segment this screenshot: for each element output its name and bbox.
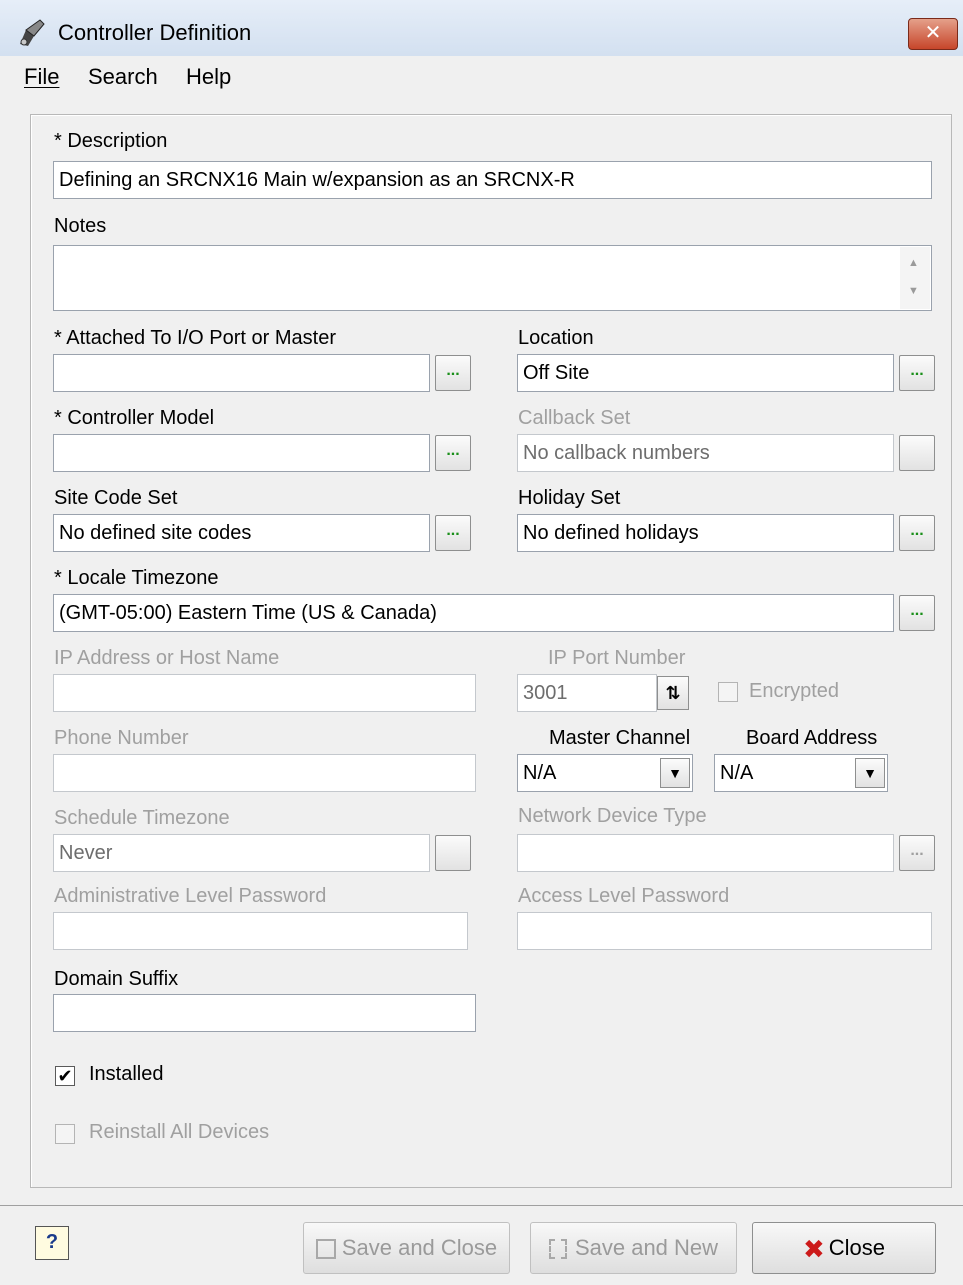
reinstall-all-devices-checkbox[interactable] <box>55 1124 75 1144</box>
callback-set-browse-button[interactable] <box>899 435 935 471</box>
controller-model-label: * Controller Model <box>54 407 215 429</box>
window-close-button[interactable]: ✕ <box>908 18 958 50</box>
menu-search[interactable]: Search <box>88 64 158 90</box>
schedule-timezone-label: Schedule Timezone <box>54 807 230 829</box>
domain-suffix-input[interactable] <box>53 994 476 1032</box>
location-label: Location <box>518 327 594 349</box>
site-code-set-browse-button[interactable]: ... <box>435 515 471 551</box>
phone-number-input[interactable] <box>53 754 476 792</box>
board-address-label: Board Address <box>746 727 878 749</box>
encrypted-checkbox[interactable] <box>718 682 738 702</box>
holiday-set-label: Holiday Set <box>518 487 621 509</box>
save-and-close-label: Save and Close <box>341 1235 498 1260</box>
ip-address-input[interactable] <box>53 674 476 712</box>
access-password-label: Access Level Password <box>518 885 730 907</box>
access-password-input[interactable] <box>517 912 932 950</box>
save-and-close-button[interactable]: Save and Close <box>303 1222 510 1274</box>
reinstall-all-devices-label: Reinstall All Devices <box>89 1121 270 1143</box>
locale-timezone-browse-button[interactable]: ... <box>899 595 935 631</box>
callback-set-input[interactable]: No callback numbers <box>517 434 894 472</box>
installed-checkbox[interactable]: ✔ <box>55 1066 75 1086</box>
save-and-new-label: Save and New <box>574 1235 719 1260</box>
admin-password-input[interactable] <box>53 912 468 950</box>
spinner-arrows-icon: ⇅ <box>665 683 681 703</box>
save-and-new-button[interactable]: Save and New <box>530 1222 737 1274</box>
network-device-type-input[interactable] <box>517 834 894 872</box>
scroll-down-icon[interactable]: ▼ <box>908 285 919 297</box>
close-icon: ✕ <box>924 22 942 44</box>
locale-timezone-label: * Locale Timezone <box>54 567 219 589</box>
ip-port-spinner[interactable]: ⇅ <box>657 676 689 710</box>
controller-model-browse-button[interactable]: ... <box>435 435 471 471</box>
window-title: Controller Definition <box>58 20 252 45</box>
master-channel-label: Master Channel <box>549 727 691 749</box>
controller-model-input[interactable] <box>53 434 430 472</box>
location-browse-button[interactable]: ... <box>899 355 935 391</box>
close-label: Close <box>828 1235 886 1260</box>
description-label: * Description <box>54 130 168 152</box>
domain-suffix-label: Domain Suffix <box>54 968 179 990</box>
ip-port-input[interactable]: 3001 <box>517 674 657 712</box>
network-device-type-browse-button[interactable]: ... <box>899 835 935 871</box>
attached-label: * Attached To I/O Port or Master <box>54 327 336 349</box>
location-input[interactable]: Off Site <box>517 354 894 392</box>
master-channel-dropdown-icon[interactable]: ▼ <box>660 758 690 788</box>
notes-textarea[interactable] <box>53 245 932 311</box>
locale-timezone-input[interactable]: (GMT-05:00) Eastern Time (US & Canada) <box>53 594 894 632</box>
site-code-set-input[interactable]: No defined site codes <box>53 514 430 552</box>
menu-file[interactable]: File <box>24 64 59 90</box>
save-new-icon <box>548 1239 567 1260</box>
close-x-icon: ✖ <box>802 1234 825 1265</box>
callback-set-label: Callback Set <box>518 407 631 429</box>
description-input[interactable]: Defining an SRCNX16 Main w/expansion as … <box>53 161 932 199</box>
site-code-set-label: Site Code Set <box>54 487 178 509</box>
encrypted-label: Encrypted <box>749 680 840 702</box>
admin-password-label: Administrative Level Password <box>54 885 327 907</box>
schedule-timezone-input[interactable]: Never <box>53 834 430 872</box>
menu-help[interactable]: Help <box>186 64 231 90</box>
network-device-type-label: Network Device Type <box>518 805 707 827</box>
help-icon: ? <box>45 1231 59 1253</box>
ip-port-label: IP Port Number <box>548 647 686 669</box>
schedule-timezone-browse-button[interactable] <box>435 835 471 871</box>
phone-number-label: Phone Number <box>54 727 189 749</box>
holiday-set-input[interactable]: No defined holidays <box>517 514 894 552</box>
scroll-up-icon[interactable]: ▲ <box>908 257 919 269</box>
save-disk-icon <box>315 1239 336 1260</box>
notes-scrollbar[interactable]: ▲ ▼ <box>900 247 930 309</box>
board-address-dropdown-icon[interactable]: ▼ <box>855 758 885 788</box>
controller-app-icon <box>20 19 45 46</box>
close-button[interactable]: ✖ Close <box>752 1222 936 1274</box>
attached-input[interactable] <box>53 354 430 392</box>
notes-label: Notes <box>54 215 107 237</box>
installed-label: Installed <box>89 1063 164 1085</box>
attached-browse-button[interactable]: ... <box>435 355 471 391</box>
help-button[interactable]: ? <box>35 1226 69 1260</box>
ip-address-label: IP Address or Host Name <box>54 647 280 669</box>
holiday-set-browse-button[interactable]: ... <box>899 515 935 551</box>
